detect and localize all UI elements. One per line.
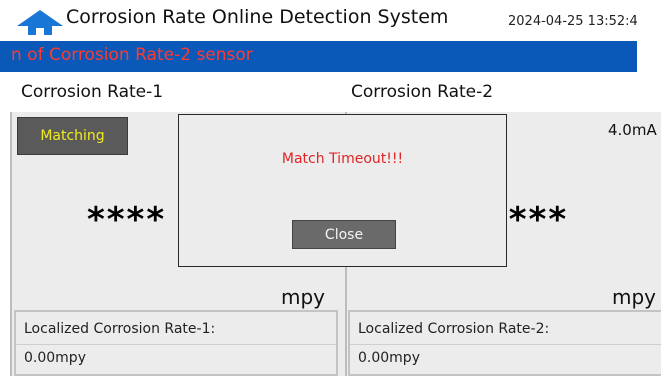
app-title: Corrosion Rate Online Detection System	[66, 6, 449, 28]
divider	[16, 344, 336, 345]
close-button[interactable]: Close	[292, 220, 396, 249]
channel-1-reading: ****	[87, 200, 167, 240]
home-icon[interactable]	[14, 9, 66, 35]
channel-1-unit: mpy	[281, 285, 326, 309]
channel-2-unit: mpy	[612, 285, 657, 309]
alarm-marquee: n of Corrosion Rate-2 sensor	[0, 41, 637, 72]
localized-rate-1-value: 0.00mpy	[24, 350, 86, 366]
dialog-message: Match Timeout!!!	[281, 151, 404, 167]
localized-rate-2-value: 0.00mpy	[358, 350, 420, 366]
datetime-display: 2024-04-25 13:52:4	[508, 14, 638, 29]
matching-button[interactable]: Matching	[17, 117, 128, 155]
localized-rate-1-label: Localized Corrosion Rate-1:	[24, 321, 216, 337]
divider	[350, 344, 661, 345]
localized-rate-2-box: Localized Corrosion Rate-2: 0.00mpy	[348, 310, 661, 376]
channel-2-current-readout: 4.0mA	[608, 121, 657, 139]
alarm-marquee-text: n of Corrosion Rate-2 sensor	[11, 45, 253, 65]
localized-rate-2-label: Localized Corrosion Rate-2:	[358, 321, 550, 337]
channel-1-label: Corrosion Rate-1	[21, 82, 164, 102]
channel-2-label: Corrosion Rate-2	[351, 82, 494, 102]
localized-rate-1-box: Localized Corrosion Rate-1: 0.00mpy	[14, 310, 338, 376]
match-timeout-dialog: Match Timeout!!! Close	[178, 114, 507, 267]
